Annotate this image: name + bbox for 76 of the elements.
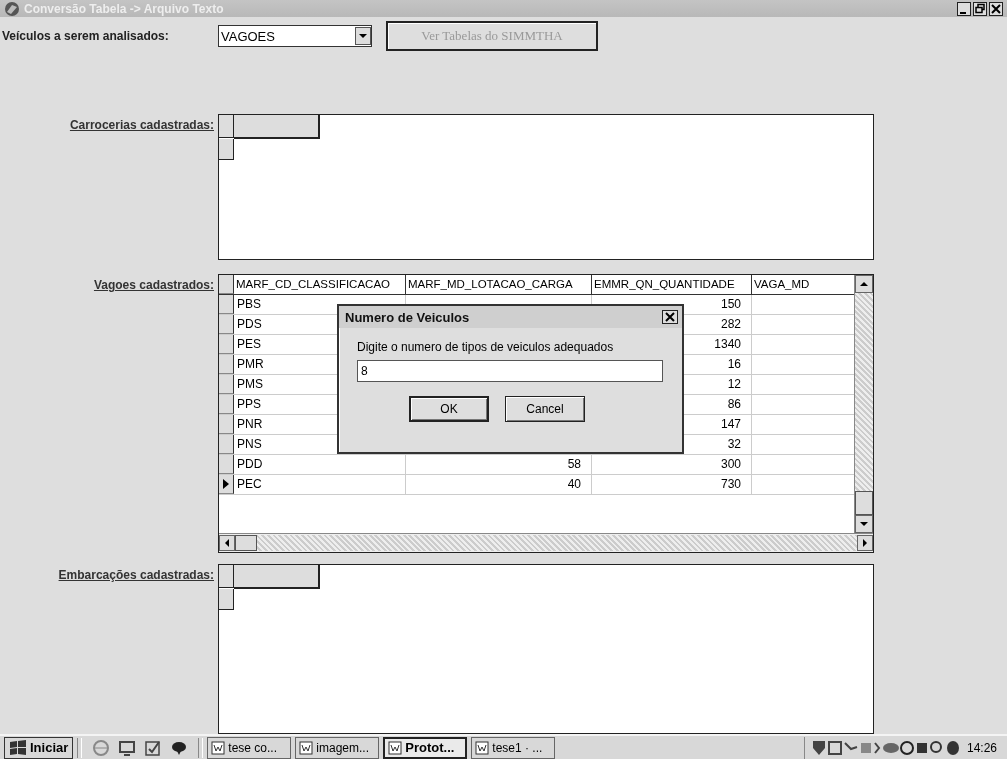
vertical-scrollbar[interactable] <box>854 275 873 534</box>
table-cell: PDD <box>237 457 263 472</box>
document-icon <box>211 740 226 755</box>
table-cell: 86 <box>727 397 741 412</box>
dialog-title: Numero de Veiculos <box>345 309 470 325</box>
row-indicator[interactable] <box>219 475 234 495</box>
document-icon <box>388 740 403 755</box>
taskbar-task[interactable]: imagem... <box>295 736 380 759</box>
row-indicator[interactable] <box>219 355 234 375</box>
scroll-up-icon[interactable] <box>855 275 873 294</box>
table-cell: PBS <box>237 297 261 312</box>
section-label: Embarcações cadastradas: <box>57 568 215 585</box>
current-row-arrow-icon <box>223 479 229 490</box>
close-icon[interactable] <box>989 1 1003 16</box>
scroll-right-icon[interactable] <box>857 535 873 552</box>
table-cell: 300 <box>720 457 741 472</box>
row-indicator[interactable] <box>219 375 234 395</box>
table-cell: 12 <box>727 377 741 392</box>
column-header[interactable]: MARF_MD_LOTACAO_CARGA <box>406 275 592 295</box>
windows-logo-icon <box>9 739 27 756</box>
row-indicator[interactable] <box>219 435 234 455</box>
table-cell: PEC <box>237 477 262 492</box>
table-cell: PNS <box>237 437 262 452</box>
table-cell: PMS <box>237 377 263 392</box>
desktop-icon[interactable] <box>118 738 137 757</box>
checkmark-icon[interactable] <box>144 738 163 757</box>
scroll-thumb[interactable] <box>855 491 873 516</box>
table-cell: 147 <box>720 417 741 432</box>
row-indicator[interactable] <box>219 139 234 161</box>
dialog-button[interactable]: Cancel <box>505 396 585 423</box>
taskbar-task[interactable]: tese co... <box>207 736 292 759</box>
app-icon <box>4 0 20 17</box>
table-cell: 150 <box>720 297 741 312</box>
column-header[interactable]: MARF_CD_CLASSIFICACAO <box>234 275 406 295</box>
table-cell: PMR <box>237 357 264 372</box>
scroll-left-icon[interactable] <box>219 535 235 552</box>
input-field[interactable]: 8 <box>357 360 663 383</box>
table-cell: 40 <box>567 477 581 492</box>
restore-icon[interactable] <box>973 1 987 16</box>
table-cell: 1340 <box>714 337 741 352</box>
scroll-down-icon[interactable] <box>855 515 873 534</box>
document-icon <box>475 740 490 755</box>
row-indicator[interactable] <box>219 415 234 435</box>
column-header[interactable] <box>234 565 320 590</box>
row-indicator[interactable] <box>219 335 234 355</box>
table-cell: 730 <box>720 477 741 492</box>
row-indicator[interactable] <box>219 589 234 611</box>
table-cell: PPS <box>237 397 261 412</box>
column-header[interactable] <box>234 115 320 140</box>
taskbar-task[interactable]: Protot... <box>383 736 468 759</box>
row-indicator[interactable] <box>219 455 234 475</box>
table-cell: 16 <box>727 357 741 372</box>
minimize-icon[interactable] <box>957 1 971 16</box>
dialog-prompt: Digite o numero de tipos de veiculos adequados <box>357 340 615 355</box>
scroll-thumb[interactable] <box>235 535 257 552</box>
row-indicator[interactable] <box>219 395 234 415</box>
clock: 14:26 <box>966 740 997 755</box>
table-cell: PDS <box>237 317 262 332</box>
horizontal-scrollbar[interactable] <box>219 533 873 553</box>
section-label: Vagoes cadastrados: <box>92 278 215 295</box>
vehicle-label: Veículos a serem analisados: <box>2 29 170 44</box>
close-icon[interactable] <box>662 310 678 325</box>
table-cell: 282 <box>720 317 741 332</box>
vehicle-dropdown[interactable]: VAGOES <box>218 25 372 48</box>
row-indicator[interactable] <box>219 295 234 315</box>
dialog-button[interactable]: OK <box>409 396 489 423</box>
taskbar-task[interactable]: tese1 · ... <box>471 736 556 759</box>
column-header[interactable]: EMMR_QN_QUANTIDADE <box>592 275 752 295</box>
section-label: Carrocerias cadastradas: <box>68 118 215 135</box>
table-cell: 32 <box>727 437 741 452</box>
table-cell: 58 <box>567 457 581 472</box>
table-cell: PNR <box>237 417 263 432</box>
start-button[interactable]: Iniciar <box>4 736 74 759</box>
table-cell: PES <box>237 337 261 352</box>
document-icon <box>299 740 314 755</box>
row-indicator[interactable] <box>219 315 234 335</box>
